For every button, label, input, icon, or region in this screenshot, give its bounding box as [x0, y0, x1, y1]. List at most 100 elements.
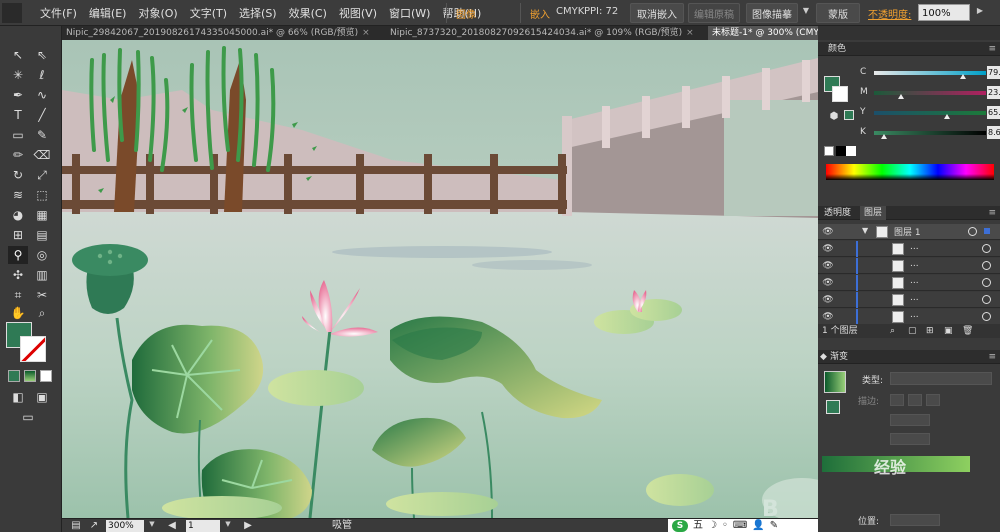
- sublayer-name[interactable]: ...: [910, 242, 919, 252]
- opacity-input[interactable]: 100%: [918, 4, 970, 21]
- chevron-right-icon[interactable]: ▶: [974, 6, 986, 20]
- layer-target-icon[interactable]: [968, 227, 977, 236]
- visibility-eye-icon[interactable]: 👁: [822, 243, 834, 255]
- slider-thumb[interactable]: [960, 74, 967, 79]
- menu-effect[interactable]: 效果(C): [283, 5, 333, 21]
- layer-target-icon[interactable]: [982, 261, 991, 270]
- rectangle-tool-icon[interactable]: ▭: [8, 126, 28, 144]
- chevron-down-icon[interactable]: ▼: [146, 520, 158, 532]
- gradient-mode-swatch[interactable]: [24, 370, 36, 382]
- lasso-tool-icon[interactable]: ℓ: [32, 66, 52, 84]
- tools-icon[interactable]: ✎: [770, 519, 778, 532]
- sublayer-row[interactable]: 👁 ...: [818, 309, 1000, 325]
- screen-mode-toggle-icon[interactable]: ▭: [18, 408, 38, 426]
- slider-value-input[interactable]: 79.61: [987, 66, 1000, 79]
- artboard-canvas[interactable]: B: [62, 40, 818, 518]
- eyedropper-tool-icon[interactable]: ⚲: [8, 246, 28, 264]
- share-icon[interactable]: ↗: [84, 517, 104, 532]
- menu-view[interactable]: 视图(V): [333, 5, 383, 21]
- visibility-eye-icon[interactable]: 👁: [822, 226, 834, 238]
- tab-document-1[interactable]: Nipic_29842067_20190826174335045000.ai* …: [62, 26, 384, 40]
- stroke-gradient-swatch[interactable]: [826, 400, 840, 414]
- sublayer-row[interactable]: 👁 ...: [818, 275, 1000, 291]
- white-swatch[interactable]: [846, 146, 856, 156]
- slider-track[interactable]: [874, 111, 986, 115]
- keyboard-icon[interactable]: ⌨: [733, 519, 747, 532]
- symbol-sprayer-tool-icon[interactable]: ✣: [8, 266, 28, 284]
- slice-tool-icon[interactable]: ✂: [32, 286, 52, 304]
- line-tool-icon[interactable]: ╱: [32, 106, 52, 124]
- artboard-number-input[interactable]: 1: [186, 520, 220, 532]
- direct-selection-tool-icon[interactable]: ⇖: [32, 46, 52, 64]
- slider-thumb[interactable]: [943, 114, 950, 119]
- free-transform-tool-icon[interactable]: ⬚: [32, 186, 52, 204]
- new-layer-icon[interactable]: ▣: [944, 324, 953, 338]
- sublayer-name[interactable]: ...: [910, 259, 919, 269]
- image-trace-button[interactable]: 图像描摹: [746, 3, 798, 23]
- layer-target-icon[interactable]: [982, 278, 991, 287]
- angle-input[interactable]: [890, 414, 930, 426]
- layer-target-icon[interactable]: [982, 312, 991, 321]
- edit-original-button[interactable]: 编辑原稿: [688, 3, 740, 23]
- curvature-tool-icon[interactable]: ∿: [32, 86, 52, 104]
- stroke-option-button[interactable]: [890, 394, 904, 406]
- layer-row[interactable]: 👁 ▼ 图层 1: [818, 224, 1000, 240]
- cube-icon[interactable]: ⬢: [824, 108, 844, 126]
- slider-thumb[interactable]: [897, 94, 904, 99]
- width-tool-icon[interactable]: ≋: [8, 186, 28, 204]
- chevron-down-icon[interactable]: ▼: [222, 520, 234, 532]
- tab-transparency[interactable]: 透明度: [820, 206, 855, 220]
- aspect-input[interactable]: [890, 433, 930, 445]
- close-icon[interactable]: ×: [362, 28, 370, 38]
- sublayer-row[interactable]: 👁 ...: [818, 241, 1000, 257]
- black-slider[interactable]: K 8.63: [860, 126, 1000, 140]
- sogou-icon[interactable]: S: [672, 520, 688, 532]
- opacity-label[interactable]: 不透明度:: [868, 6, 911, 21]
- layer-target-icon[interactable]: [982, 295, 991, 304]
- paintbrush-tool-icon[interactable]: ✎: [32, 126, 52, 144]
- type-tool-icon[interactable]: T: [8, 106, 28, 124]
- sublayer-row[interactable]: 👁 ...: [818, 258, 1000, 274]
- color-mode-swatch[interactable]: [8, 370, 20, 382]
- sublayer-name[interactable]: ...: [910, 310, 919, 320]
- rotate-tool-icon[interactable]: ↻: [8, 166, 28, 184]
- tab-layers[interactable]: 图层: [860, 206, 887, 220]
- stroke-swatch[interactable]: [20, 336, 46, 362]
- panel-menu-icon[interactable]: ≡: [988, 350, 996, 364]
- cyan-slider[interactable]: C 79.61: [860, 66, 1000, 80]
- gradient-preview[interactable]: [824, 371, 846, 393]
- slider-value-input[interactable]: 65.1: [987, 106, 1000, 119]
- black-swatch[interactable]: [836, 146, 846, 156]
- mask-button[interactable]: 蒙版: [816, 3, 860, 23]
- position-input[interactable]: [890, 514, 940, 526]
- yellow-slider[interactable]: Y 65.1: [860, 106, 1000, 120]
- chevron-down-icon[interactable]: ▼: [800, 6, 812, 20]
- stroke-color-preview[interactable]: [832, 86, 848, 102]
- pencil-tool-icon[interactable]: ✏: [8, 146, 28, 164]
- mesh-tool-icon[interactable]: ⊞: [8, 226, 28, 244]
- artboard-tool-icon[interactable]: ⌗: [8, 286, 28, 304]
- visibility-eye-icon[interactable]: 👁: [822, 294, 834, 306]
- pen-tool-icon[interactable]: ✒: [8, 86, 28, 104]
- punctuation-icon[interactable]: ◦: [722, 519, 728, 532]
- sublayer-name[interactable]: ...: [910, 293, 919, 303]
- magic-wand-tool-icon[interactable]: ✳: [8, 66, 28, 84]
- clipping-mask-icon[interactable]: ▢: [908, 324, 917, 338]
- menu-type[interactable]: 文字(T): [184, 5, 233, 21]
- column-graph-tool-icon[interactable]: ▥: [32, 266, 52, 284]
- menu-file[interactable]: 文件(F): [34, 5, 83, 21]
- selection-indicator[interactable]: [984, 228, 990, 234]
- menu-object[interactable]: 对象(O): [132, 5, 183, 21]
- selection-tool-icon[interactable]: ↖: [8, 46, 28, 64]
- slider-track[interactable]: [874, 131, 986, 135]
- ime-mode-label[interactable]: 五: [693, 519, 703, 532]
- tab-document-3[interactable]: 未标题-1* @ 300% (CMYK/预览): [708, 26, 818, 40]
- next-artboard-icon[interactable]: ▶: [238, 517, 258, 532]
- slider-track[interactable]: [874, 71, 986, 75]
- half-width-icon[interactable]: ☽: [708, 519, 717, 532]
- slider-track[interactable]: [874, 91, 986, 95]
- menu-window[interactable]: 窗口(W): [383, 5, 436, 21]
- unembed-button[interactable]: 取消嵌入: [630, 3, 684, 23]
- draw-mode-icon[interactable]: ◧: [8, 388, 28, 406]
- scale-tool-icon[interactable]: ⤢: [32, 166, 52, 184]
